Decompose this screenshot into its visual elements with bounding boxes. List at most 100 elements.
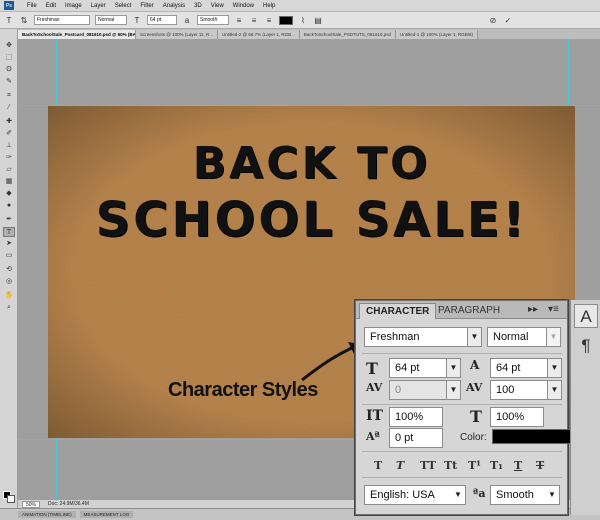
anti-alias-select[interactable]: Smooth: [197, 15, 229, 25]
marquee-tool-icon[interactable]: ⬚: [3, 53, 15, 63]
font-size-field[interactable]: 64 pt ▼: [389, 358, 461, 378]
commit-icon[interactable]: ✓: [503, 15, 513, 25]
font-style-select[interactable]: Normal ▼: [487, 327, 561, 347]
font-family-select[interactable]: Freshman: [34, 15, 90, 25]
tab-untitled-1[interactable]: Untitled-1 @ 100% (Layer 1, RGB/8): [395, 30, 479, 39]
kerning-field[interactable]: 0 ▼: [389, 380, 461, 400]
strikethrough-button[interactable]: T: [536, 459, 544, 472]
small-caps-button[interactable]: Tt: [444, 459, 457, 472]
font-style-select[interactable]: Normal: [95, 15, 127, 25]
anti-alias-icon: a: [184, 15, 190, 25]
menu-help[interactable]: Help: [263, 3, 275, 9]
menu-edit[interactable]: Edit: [46, 3, 56, 9]
blur-tool-icon[interactable]: ◆: [3, 189, 15, 199]
character-panel-icon[interactable]: A: [574, 304, 598, 328]
quick-select-tool-icon[interactable]: ✎: [3, 77, 15, 87]
menu-file[interactable]: File: [27, 3, 37, 9]
move-tool-icon[interactable]: ✥: [3, 41, 15, 51]
document-tabs: BackToSchoolSale_Postcard_081610.psd @ 5…: [18, 29, 600, 39]
annotation-label: Character Styles: [168, 379, 318, 401]
shape-tool-icon[interactable]: ▭: [3, 251, 15, 261]
zoom-level[interactable]: 50%: [22, 500, 41, 508]
character-panel: CHARACTER PARAGRAPH ▸▸ ▾≡ Freshman ▼ Nor…: [355, 300, 576, 515]
align-left-icon[interactable]: ≡: [234, 15, 244, 25]
type-tool-icon[interactable]: T: [4, 15, 14, 25]
menu-3d[interactable]: 3D: [194, 3, 202, 9]
warp-text-icon[interactable]: ⌇: [298, 15, 308, 25]
tab-screenshots[interactable]: Screenshots @ 100% (Layer 11, R...: [136, 30, 219, 39]
leading-field[interactable]: 64 pt ▼: [490, 358, 562, 378]
panel-menu-icon[interactable]: ▾≡: [548, 304, 559, 315]
align-right-icon[interactable]: ≡: [264, 15, 274, 25]
brush-tool-icon[interactable]: ✐: [3, 129, 15, 139]
menu-image[interactable]: Image: [65, 3, 82, 9]
chevron-down-icon[interactable]: ▼: [547, 381, 561, 399]
collapse-icon[interactable]: ▸▸: [528, 304, 538, 315]
crop-tool-icon[interactable]: ⌗: [3, 91, 15, 101]
tab-measurement-log[interactable]: MEASUREMENT LOG: [79, 511, 134, 518]
menu-layer[interactable]: Layer: [91, 3, 106, 9]
anti-alias-select[interactable]: Smooth ▼: [490, 485, 560, 505]
horizontal-scale-field[interactable]: 100%: [490, 407, 544, 427]
menu-select[interactable]: Select: [115, 3, 132, 9]
dodge-tool-icon[interactable]: ●: [3, 201, 15, 211]
headline-line-2[interactable]: SCHOOL SALE!: [48, 192, 575, 248]
chevron-down-icon[interactable]: ▼: [446, 359, 460, 377]
zoom-tool-icon[interactable]: ⌕: [3, 303, 15, 313]
headline-line-1[interactable]: BACK TO: [48, 138, 575, 189]
history-brush-tool-icon[interactable]: ✑: [3, 153, 15, 163]
font-family-select[interactable]: Freshman ▼: [364, 327, 482, 347]
gradient-tool-icon[interactable]: ▦: [3, 177, 15, 187]
baseline-shift-field[interactable]: 0 pt: [389, 428, 443, 448]
menu-filter[interactable]: Filter: [140, 3, 153, 9]
lasso-tool-icon[interactable]: ʘ: [3, 65, 15, 75]
doc-size[interactable]: Doc: 24.9M/36.4M: [48, 501, 89, 507]
healing-tool-icon[interactable]: ✚: [3, 117, 15, 127]
align-center-icon[interactable]: ≡: [249, 15, 259, 25]
faux-bold-button[interactable]: T: [374, 459, 382, 472]
tab-untitled-2[interactable]: Untitled-2 @ 66.7% (Layer 1, RGB...: [218, 30, 300, 39]
menu-view[interactable]: View: [211, 3, 224, 9]
tab-character[interactable]: CHARACTER: [359, 303, 437, 319]
all-caps-button[interactable]: TT: [420, 459, 436, 472]
tab-postcard[interactable]: BackToSchoolSale_Postcard_081610.psd @ 5…: [18, 30, 136, 39]
underline-button[interactable]: T: [514, 459, 522, 472]
pen-tool-icon[interactable]: ✒: [3, 215, 15, 225]
chevron-down-icon[interactable]: ▼: [467, 328, 481, 346]
chevron-down-icon[interactable]: ▼: [547, 359, 561, 377]
superscript-button[interactable]: T¹: [468, 459, 481, 472]
3d-orbit-tool-icon[interactable]: ◎: [3, 277, 15, 287]
kerning-value: 0: [395, 384, 402, 396]
menu-window[interactable]: Window: [233, 3, 254, 9]
type-tool-icon[interactable]: T: [3, 227, 15, 237]
tab-animation-timeline[interactable]: ANIMATION (TIMELINE): [18, 511, 76, 518]
text-color-swatch[interactable]: [492, 429, 576, 444]
chevron-down-icon[interactable]: ▼: [451, 486, 465, 504]
menu-analysis[interactable]: Analysis: [163, 3, 185, 9]
tracking-field[interactable]: 100 ▼: [490, 380, 562, 400]
text-color-swatch[interactable]: [279, 15, 293, 25]
background-color-swatch[interactable]: [7, 495, 15, 503]
subscript-button[interactable]: T₁: [490, 459, 503, 472]
path-selection-tool-icon[interactable]: ➤: [3, 239, 15, 249]
language-select[interactable]: English: USA ▼: [364, 485, 466, 505]
faux-italic-button[interactable]: T: [396, 459, 404, 472]
hand-tool-icon[interactable]: ✋: [3, 291, 15, 301]
vertical-scale-field[interactable]: 100%: [389, 407, 443, 427]
cancel-icon[interactable]: ⊘: [488, 15, 498, 25]
orientation-toggle-icon[interactable]: ⇅: [19, 15, 29, 25]
font-size-select[interactable]: 64 pt: [147, 15, 177, 25]
anti-alias-icon: ªa: [473, 487, 486, 500]
clone-stamp-tool-icon[interactable]: ⊥: [3, 141, 15, 151]
3d-rotate-tool-icon[interactable]: ⟲: [3, 265, 15, 275]
chevron-down-icon[interactable]: ▼: [545, 486, 559, 504]
panels-toggle-icon[interactable]: ▤: [313, 15, 323, 25]
tab-psdtuts[interactable]: BackToSchoolSale_PSDTUTS_081610.psd: [299, 30, 396, 39]
chevron-down-icon[interactable]: ▼: [546, 328, 560, 346]
paragraph-panel-icon[interactable]: ¶: [574, 334, 598, 358]
eraser-tool-icon[interactable]: ▱: [3, 165, 15, 175]
eyedropper-tool-icon[interactable]: ⁄: [3, 103, 15, 113]
tab-paragraph[interactable]: PARAGRAPH: [432, 303, 506, 319]
chevron-down-icon[interactable]: ▼: [446, 381, 460, 399]
photoshop-logo: Ps: [4, 1, 14, 10]
